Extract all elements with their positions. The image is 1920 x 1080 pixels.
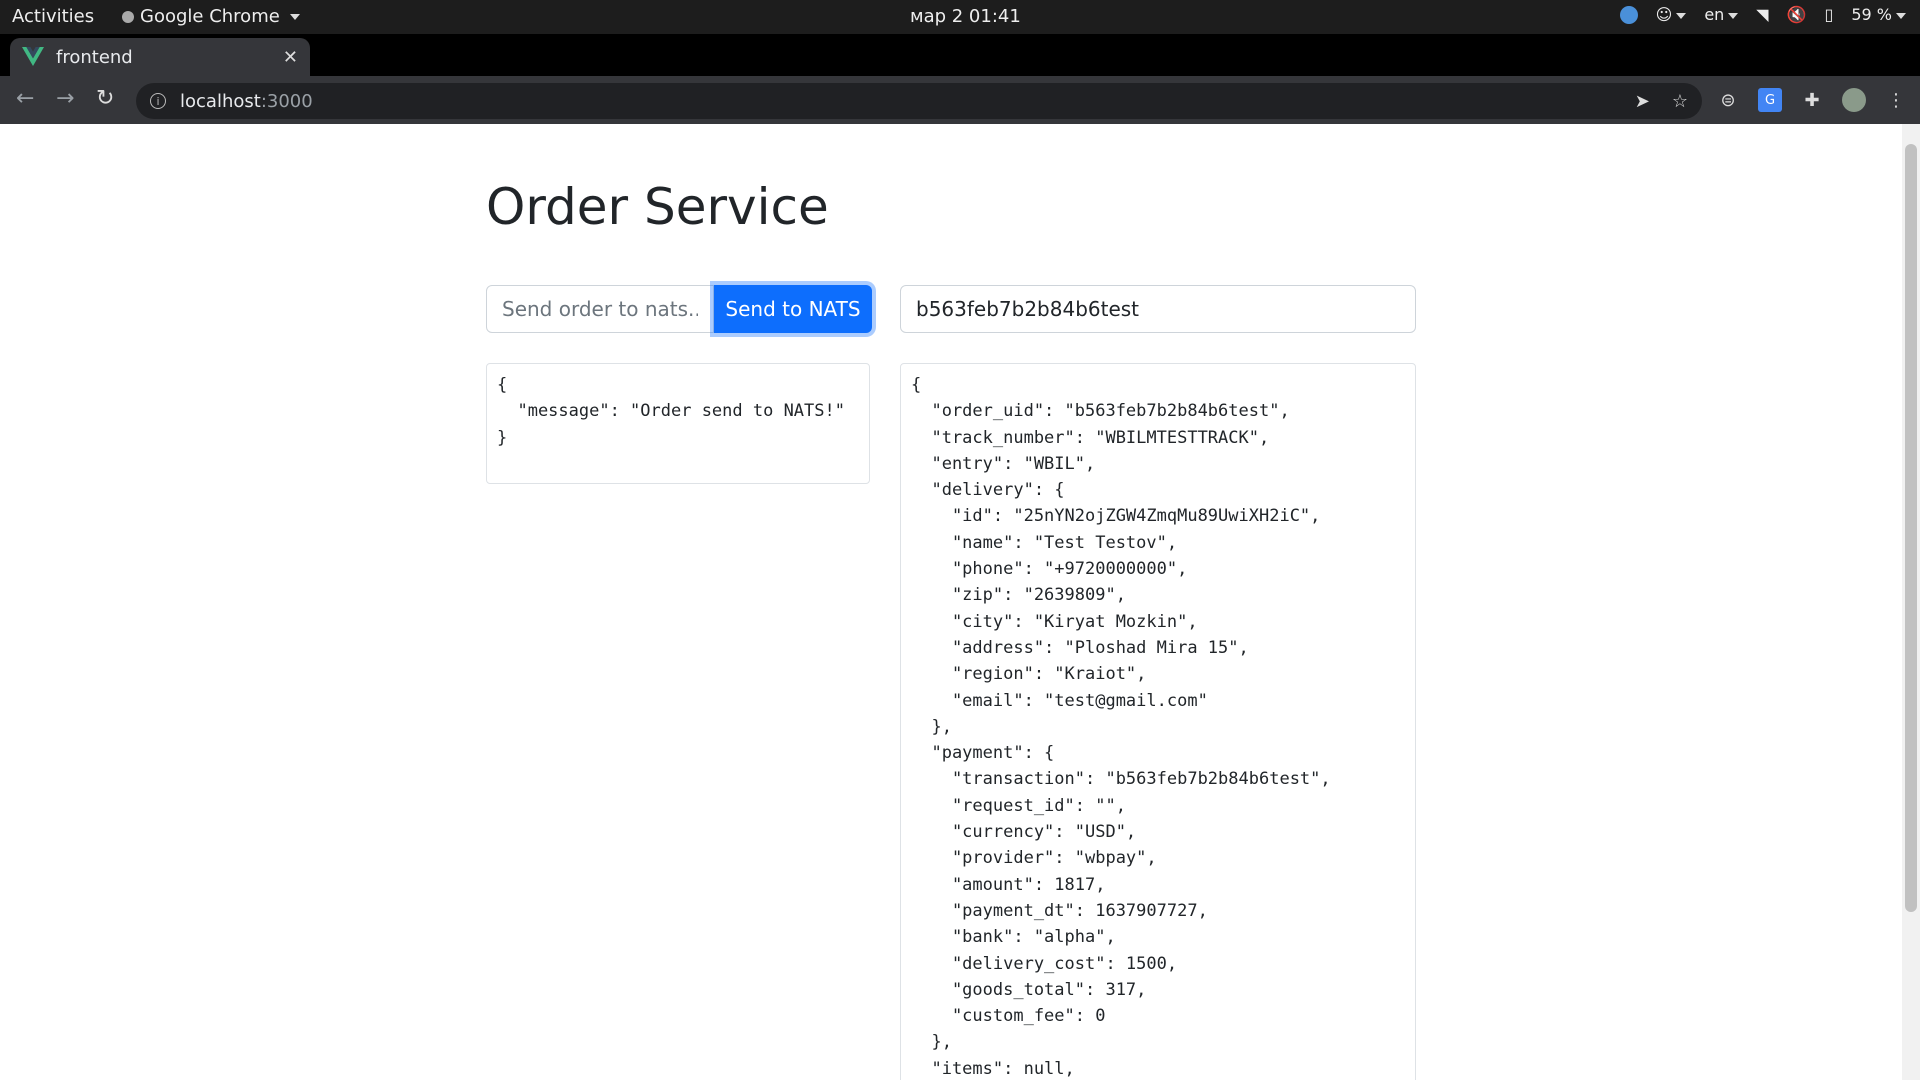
chevron-down-icon: [289, 13, 300, 20]
profile-avatar-icon[interactable]: [1842, 88, 1866, 112]
chevron-down-icon: [1728, 12, 1739, 19]
extensions-puzzle-icon[interactable]: ✚: [1800, 88, 1824, 112]
order-details-panel: { "order_uid": "b563feb7b2b84b6test", "t…: [900, 363, 1416, 1080]
volume-muted-icon[interactable]: 🔇: [1787, 5, 1807, 24]
scrollbar-thumb[interactable]: [1905, 144, 1917, 912]
tab-close-icon[interactable]: ✕: [283, 47, 298, 68]
browser-tab[interactable]: frontend ✕: [10, 38, 310, 76]
back-arrow-icon[interactable]: ←: [16, 88, 34, 110]
bookmark-star-icon[interactable]: ☆: [1672, 91, 1688, 112]
battery-level-label: 59 %: [1851, 5, 1892, 24]
battery-level[interactable]: 59 %: [1851, 5, 1906, 24]
chevron-down-icon: [1896, 12, 1906, 19]
send-response-panel: { "message": "Order send to NATS!" }: [486, 363, 870, 484]
send-to-nats-button[interactable]: Send to NATS: [714, 285, 872, 333]
app-name-label: Google Chrome: [140, 6, 280, 27]
forward-arrow-icon[interactable]: →: [56, 88, 74, 110]
system-tray: ☺ en ◥ 🔇 ▯ 59 %: [1619, 5, 1906, 24]
system-top-bar: Activities Google Chrome мар 2 01:41 ☺ e…: [0, 0, 1920, 34]
reload-icon[interactable]: ↻: [96, 88, 114, 110]
send-order-input[interactable]: [486, 285, 714, 333]
order-uid-input[interactable]: [900, 285, 1416, 333]
send-response-json: { "message": "Order send to NATS!" }: [497, 375, 845, 448]
vue-logo-icon: [22, 46, 44, 68]
battery-icon[interactable]: ▯: [1825, 5, 1834, 24]
language-label: en: [1704, 5, 1725, 24]
reader-mode-icon[interactable]: ⊜: [1716, 88, 1740, 112]
page-title: Order Service: [486, 178, 829, 236]
chevron-down-icon: [1676, 12, 1687, 19]
tab-title: frontend: [56, 46, 133, 68]
browser-tab-strip: frontend ✕ + ⌄ — ❐ ✕: [0, 34, 1920, 102]
browser-toolbar: ← → ↻ i localhost:3000 ➤ ☆ ⊜ G ✚ ⋮: [0, 76, 1920, 124]
chrome-icon: [122, 10, 134, 23]
send-tab-icon[interactable]: ➤: [1635, 91, 1650, 112]
site-info-icon[interactable]: i: [150, 93, 166, 109]
clock[interactable]: мар 2 01:41: [910, 6, 1021, 27]
wifi-icon[interactable]: ◥: [1756, 5, 1768, 24]
accessibility-icon: ☺: [1655, 5, 1673, 24]
language-menu[interactable]: en: [1704, 5, 1739, 24]
user-avatar-icon[interactable]: [1619, 5, 1638, 24]
order-details-json: { "order_uid": "b563feb7b2b84b6test", "t…: [911, 375, 1331, 1079]
extensions-area: ⊜ G ✚ ⋮: [1716, 88, 1908, 112]
url-host: localhost: [180, 90, 261, 112]
url-port: :3000: [260, 90, 313, 112]
address-bar[interactable]: i localhost:3000 ➤ ☆: [136, 83, 1702, 119]
translate-icon[interactable]: G: [1758, 88, 1782, 112]
page-viewport: Order Service Send to NATS { "message": …: [0, 124, 1920, 1080]
activities-button[interactable]: Activities: [12, 6, 94, 27]
chrome-menu-icon[interactable]: ⋮: [1884, 88, 1908, 112]
accessibility-menu[interactable]: ☺: [1656, 5, 1687, 24]
app-menu[interactable]: Google Chrome: [122, 6, 300, 27]
scrollbar-track[interactable]: [1902, 124, 1920, 1080]
